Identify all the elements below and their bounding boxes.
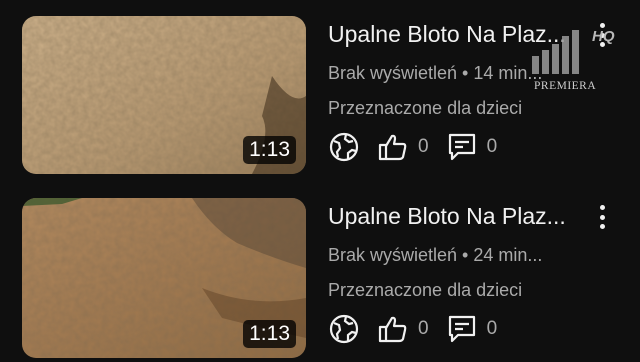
video-meta: Brak wyświetleń • 24 min... — [328, 245, 543, 265]
like-count: 0 — [418, 136, 429, 157]
more-vert-icon — [599, 205, 605, 210]
audience-label: Przeznaczone dla dzieci — [328, 280, 523, 300]
like-button[interactable]: 0 — [378, 132, 429, 162]
video-duration: 1:13 — [243, 320, 296, 348]
audience-label: Przeznaczone dla dzieci — [328, 98, 523, 118]
video-actions: 0 0 — [328, 312, 515, 346]
globe-icon — [329, 132, 359, 162]
visibility-indicator — [328, 313, 360, 345]
comment-count: 0 — [486, 136, 498, 157]
comment-button[interactable]: 0 — [447, 132, 498, 162]
globe-icon — [329, 314, 359, 344]
video-thumbnail[interactable]: 1:13 — [22, 198, 306, 358]
video-title[interactable]: Upalne Bloto Na Plaz... — [328, 200, 578, 232]
video-duration: 1:13 — [243, 136, 296, 164]
watermark-label: PREMIERA — [534, 80, 597, 92]
like-count: 0 — [418, 318, 429, 339]
comment-icon — [448, 315, 475, 343]
video-list-item[interactable]: 1:13 Upalne Bloto Na Plaz... Brak wyświe… — [0, 182, 640, 362]
like-button[interactable]: 0 — [378, 314, 429, 344]
thumbs-up-icon — [378, 316, 407, 343]
comment-button[interactable]: 0 — [447, 314, 498, 344]
video-thumbnail[interactable]: 1:13 — [22, 16, 306, 174]
video-actions: 0 0 — [328, 130, 515, 164]
watermark-badge: HQ — [592, 28, 615, 45]
comment-count: 0 — [486, 318, 498, 339]
signal-bars-logo — [532, 30, 579, 74]
thumbs-up-icon — [378, 134, 407, 161]
channel-watermark: HQ PREMIERA — [528, 22, 638, 100]
visibility-indicator — [328, 131, 360, 163]
more-options-button[interactable] — [592, 202, 612, 232]
comment-icon — [448, 133, 475, 161]
